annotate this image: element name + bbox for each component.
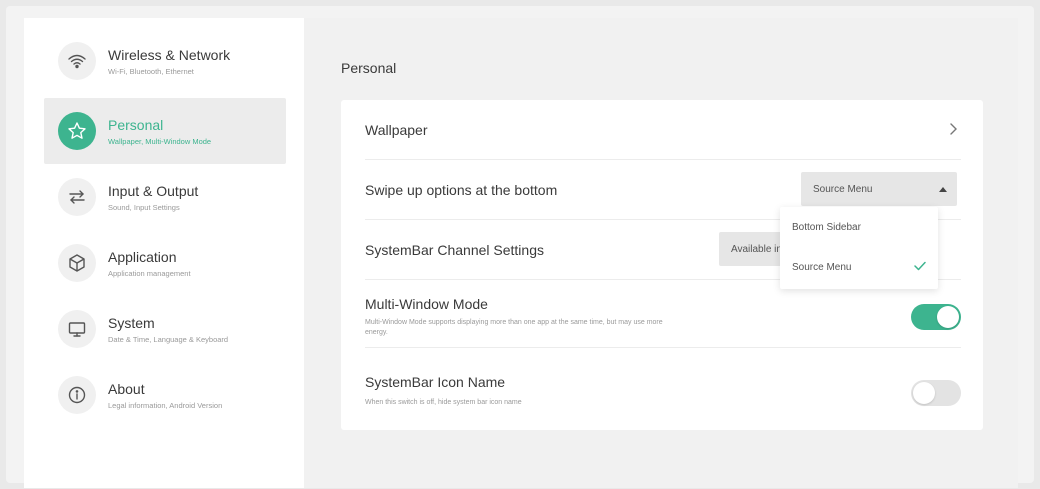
swipe-up-dropdown-menu: Bottom Sidebar Source Menu bbox=[780, 207, 938, 289]
toggle-knob bbox=[937, 306, 959, 328]
swipe-up-select-value: Source Menu bbox=[813, 183, 873, 195]
systembar-icon-name-description: When this switch is off, hide system bar… bbox=[365, 399, 522, 406]
checkmark-icon bbox=[914, 261, 926, 271]
multi-window-description: Multi-Window Mode supports displaying mo… bbox=[365, 319, 663, 336]
chevron-right-icon bbox=[950, 123, 957, 135]
swipe-up-label: Swipe up options at the bottom bbox=[365, 182, 558, 198]
caret-up-icon bbox=[939, 187, 947, 192]
dropdown-option-bottom-sidebar[interactable]: Bottom Sidebar bbox=[780, 207, 938, 247]
sidebar-item-title: Application bbox=[108, 248, 177, 265]
multi-window-label: Multi-Window Mode bbox=[365, 296, 488, 312]
multi-window-row: Multi-Window Mode Multi-Window Mode supp… bbox=[365, 280, 961, 348]
sidebar: Wireless & Network Wi-Fi, Bluetooth, Eth… bbox=[24, 18, 304, 488]
sidebar-item-personal[interactable]: Personal Wallpaper, Multi-Window Mode bbox=[44, 98, 286, 164]
sidebar-item-system[interactable]: System Date & Time, Language & Keyboard bbox=[44, 296, 286, 362]
page-title: Personal bbox=[341, 60, 397, 76]
sidebar-item-wireless-network[interactable]: Wireless & Network Wi-Fi, Bluetooth, Eth… bbox=[44, 28, 286, 94]
sidebar-item-title: Personal bbox=[108, 116, 164, 133]
systembar-icon-name-toggle[interactable] bbox=[911, 380, 961, 406]
sidebar-item-subtitle: Wi-Fi, Bluetooth, Ethernet bbox=[108, 66, 194, 76]
wallpaper-row[interactable]: Wallpaper bbox=[365, 100, 961, 160]
sidebar-item-about[interactable]: About Legal information, Android Version bbox=[44, 362, 286, 428]
sidebar-item-input-output[interactable]: Input & Output Sound, Input Settings bbox=[44, 164, 286, 230]
dropdown-option-source-menu[interactable]: Source Menu bbox=[780, 247, 938, 287]
systembar-channel-label: SystemBar Channel Settings bbox=[365, 242, 544, 258]
systembar-icon-name-label: SystemBar Icon Name bbox=[365, 374, 506, 390]
sidebar-item-subtitle: Sound, Input Settings bbox=[108, 202, 180, 212]
cube-icon bbox=[58, 244, 96, 282]
dropdown-option-label: Source Menu bbox=[792, 261, 852, 273]
wallpaper-label: Wallpaper bbox=[365, 122, 428, 138]
multi-window-toggle[interactable] bbox=[911, 304, 961, 330]
sidebar-item-title: Wireless & Network bbox=[108, 46, 231, 63]
sidebar-item-title: Input & Output bbox=[108, 182, 199, 199]
info-icon bbox=[58, 376, 96, 414]
sidebar-item-application[interactable]: Application Application management bbox=[44, 230, 286, 296]
dropdown-option-label: Bottom Sidebar bbox=[792, 221, 861, 233]
sidebar-item-title: System bbox=[108, 314, 155, 331]
wifi-icon bbox=[58, 42, 96, 80]
sidebar-item-subtitle: Legal information, Android Version bbox=[108, 400, 223, 410]
sidebar-item-title: About bbox=[108, 380, 145, 397]
swipe-up-select[interactable]: Source Menu bbox=[801, 172, 957, 206]
sidebar-item-subtitle: Date & Time, Language & Keyboard bbox=[108, 334, 229, 344]
toggle-knob bbox=[913, 382, 935, 404]
systembar-icon-name-row: SystemBar Icon Name When this switch is … bbox=[365, 348, 961, 418]
swap-arrows-icon bbox=[58, 178, 96, 216]
star-icon bbox=[58, 112, 96, 150]
sidebar-item-subtitle: Wallpaper, Multi-Window Mode bbox=[108, 136, 212, 146]
sidebar-item-subtitle: Application management bbox=[108, 268, 191, 278]
monitor-icon bbox=[58, 310, 96, 348]
